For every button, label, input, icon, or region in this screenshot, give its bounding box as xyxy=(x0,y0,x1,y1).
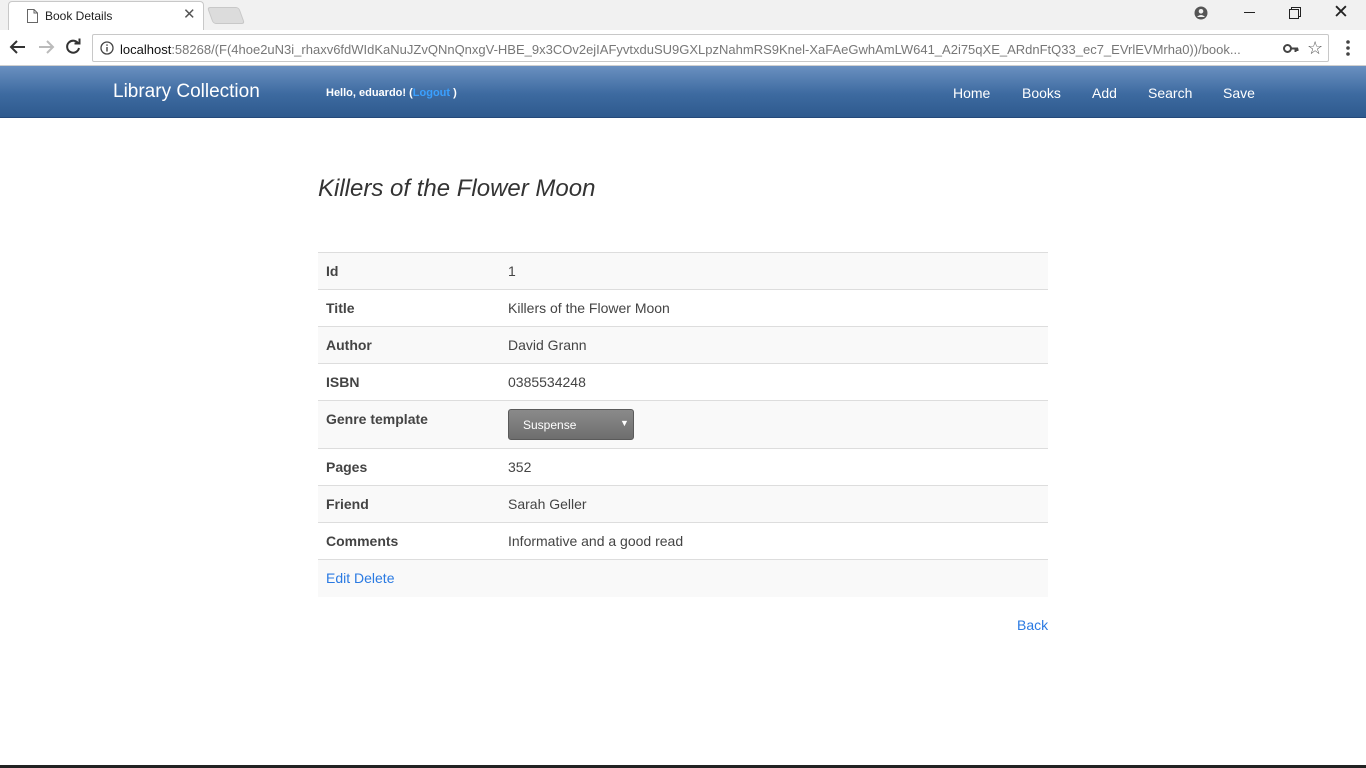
friend-value: Sarah Geller xyxy=(500,485,1048,523)
nav-save[interactable]: Save xyxy=(1223,85,1255,101)
id-value: 1 xyxy=(500,252,1048,290)
table-row: Author David Grann xyxy=(318,326,1048,364)
profile-icon[interactable] xyxy=(1194,6,1208,20)
browser-tab-strip: Book Details ✕ ✕ xyxy=(0,0,1366,30)
pages-label: Pages xyxy=(318,448,500,486)
author-label: Author xyxy=(318,326,500,364)
genre-select[interactable]: Suspense ▼ xyxy=(508,409,634,440)
author-value: David Grann xyxy=(500,326,1048,364)
browser-toolbar: localhost:58268/(F(4hoe2uN3i_rhaxv6fdWId… xyxy=(0,30,1366,66)
browser-menu-icon[interactable] xyxy=(1340,38,1356,58)
book-details-table: Id 1 Title Killers of the Flower Moon Au… xyxy=(318,252,1048,597)
isbn-value: 0385534248 xyxy=(500,363,1048,401)
delete-link[interactable]: Delete xyxy=(354,570,394,586)
new-tab-button[interactable] xyxy=(206,7,246,24)
key-icon[interactable] xyxy=(1283,42,1299,55)
table-row: ISBN 0385534248 xyxy=(318,363,1048,401)
table-row: Friend Sarah Geller xyxy=(318,485,1048,523)
bookmark-star-icon[interactable]: ☆ xyxy=(1307,39,1323,57)
friend-label: Friend xyxy=(318,485,500,523)
page-icon xyxy=(27,9,38,23)
table-row: Title Killers of the Flower Moon xyxy=(318,289,1048,327)
table-row: Comments Informative and a good read xyxy=(318,522,1048,560)
reload-icon[interactable] xyxy=(63,37,83,57)
window-close-icon[interactable]: ✕ xyxy=(1333,3,1349,23)
pages-value: 352 xyxy=(500,448,1048,486)
back-link[interactable]: Back xyxy=(1017,617,1048,633)
forward-arrow-icon[interactable] xyxy=(36,37,56,57)
table-row: Edit Delete xyxy=(318,559,1048,597)
edit-link[interactable]: Edit xyxy=(326,570,350,586)
comments-value: Informative and a good read xyxy=(500,522,1048,560)
nav-links: Home Books Add Search Save xyxy=(0,66,1366,118)
title-value: Killers of the Flower Moon xyxy=(500,289,1048,327)
browser-tab[interactable]: Book Details ✕ xyxy=(8,1,204,30)
chevron-down-icon: ▼ xyxy=(620,418,629,428)
isbn-label: ISBN xyxy=(318,363,500,401)
title-label: Title xyxy=(318,289,500,327)
table-row: Genre template Suspense ▼ xyxy=(318,400,1048,449)
genre-selected-value: Suspense xyxy=(523,418,577,432)
minimize-icon[interactable] xyxy=(1244,12,1255,13)
tab-close-icon[interactable]: ✕ xyxy=(183,7,196,23)
tab-title: Book Details xyxy=(45,9,113,23)
nav-home[interactable]: Home xyxy=(953,85,990,101)
table-row: Pages 352 xyxy=(318,448,1048,486)
back-arrow-icon[interactable] xyxy=(8,37,28,57)
nav-search[interactable]: Search xyxy=(1148,85,1192,101)
nav-books[interactable]: Books xyxy=(1022,85,1061,101)
app-navbar: Library Collection Hello, eduardo! (Logo… xyxy=(0,66,1366,118)
restore-icon[interactable] xyxy=(1289,7,1301,19)
page-title: Killers of the Flower Moon xyxy=(318,175,596,202)
address-bar[interactable]: localhost:58268/(F(4hoe2uN3i_rhaxv6fdWId… xyxy=(92,34,1329,62)
table-row: Id 1 xyxy=(318,252,1048,290)
comments-label: Comments xyxy=(318,522,500,560)
url-text: localhost:58268/(F(4hoe2uN3i_rhaxv6fdWId… xyxy=(120,42,1241,57)
info-icon[interactable] xyxy=(100,41,114,55)
genre-label: Genre template xyxy=(318,400,500,449)
id-label: Id xyxy=(318,252,500,290)
nav-add[interactable]: Add xyxy=(1092,85,1117,101)
